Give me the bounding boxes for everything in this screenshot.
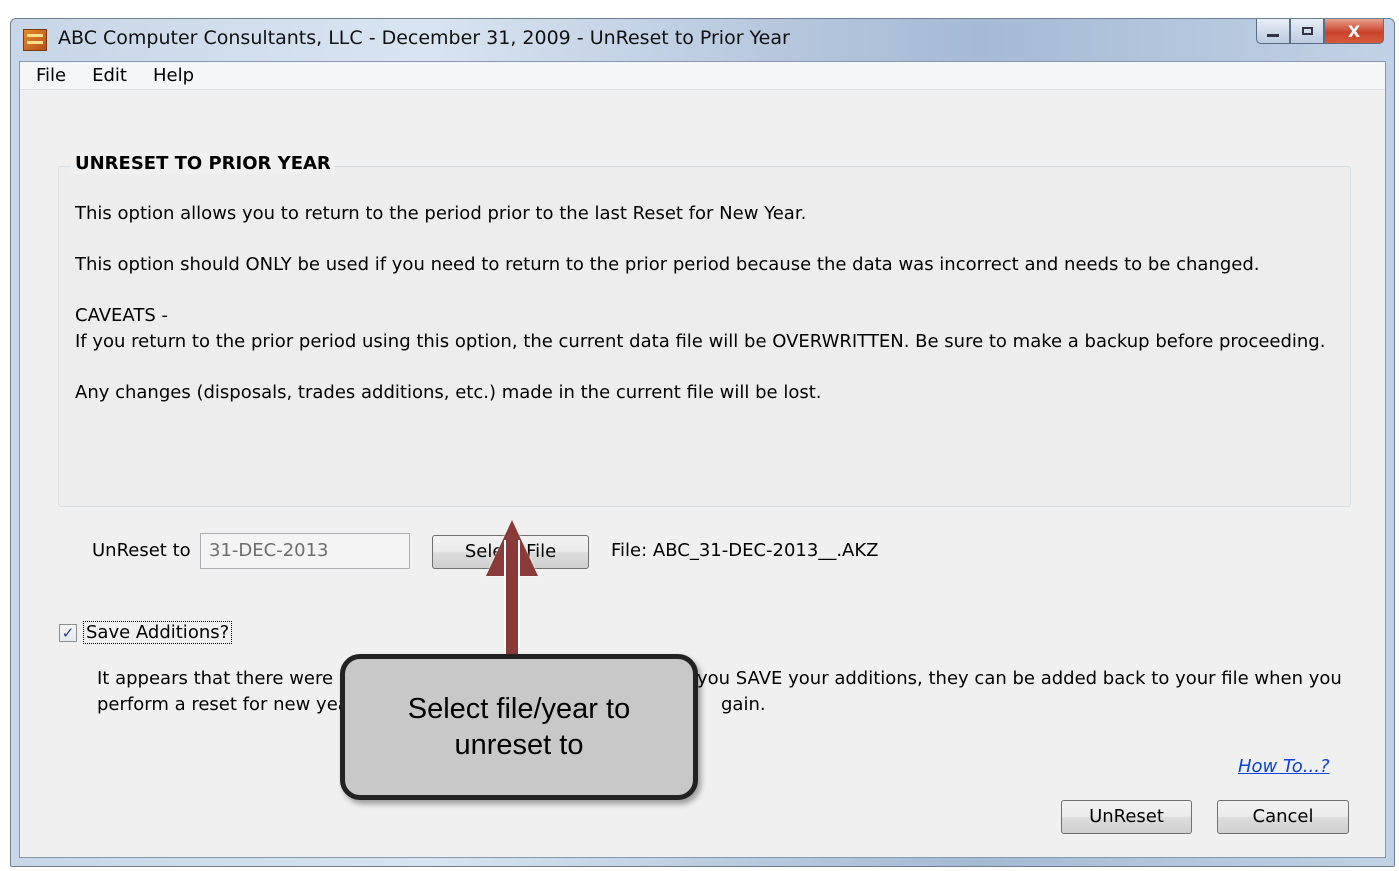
save-additions-info: It appears that there were N you SAVE you… [97,666,1342,718]
close-button[interactable]: X [1324,19,1384,44]
caveats-heading: CAVEATS - [75,305,168,326]
caveat-1: If you return to the prior period using … [75,331,1326,352]
close-icon: X [1347,21,1361,41]
app-window: ABC Computer Consultants, LLC - December… [10,18,1395,867]
unreset-info-group: UNRESET TO PRIOR YEAR This option allows… [58,153,1351,507]
menu-edit[interactable]: Edit [78,65,139,86]
info-line-2: This option should ONLY be used if you n… [75,254,1260,275]
save-additions-checkbox[interactable]: ✓ [59,624,77,642]
dialog-client-area: File Edit Help UNRESET TO PRIOR YEAR Thi… [19,61,1386,858]
info-line-1: This option allows you to return to the … [75,203,807,224]
callout-arrow-shaft [504,540,520,662]
file-name-label: File: ABC_31-DEC-2013__.AKZ [611,540,879,561]
title-bar[interactable]: ABC Computer Consultants, LLC - December… [11,19,1394,61]
caveat-2: Any changes (disposals, trades additions… [75,382,822,403]
info-text-line-1-end: you SAVE your additions, they can be add… [697,668,1342,689]
unreset-button[interactable]: UnReset [1061,800,1192,834]
unreset-to-label: UnReset to [92,540,191,561]
callout-box: Select file/year to unreset to [340,654,698,800]
group-title: UNRESET TO PRIOR YEAR [71,153,335,174]
menu-help[interactable]: Help [139,65,206,86]
save-additions-label[interactable]: Save Additions? [83,621,233,644]
menu-file[interactable]: File [20,65,78,86]
cancel-button[interactable]: Cancel [1217,800,1349,834]
minimize-icon [1267,33,1279,37]
unreset-date-field[interactable]: 31-DEC-2013 [200,533,410,569]
app-icon [23,29,47,51]
info-text-line-2-start: perform a reset for new yea [97,694,349,715]
window-controls: X [1256,19,1384,45]
menu-bar: File Edit Help [20,62,1385,90]
how-to-link[interactable]: How To...? [1238,756,1330,777]
maximize-icon [1301,27,1313,35]
window-title: ABC Computer Consultants, LLC - December… [58,27,790,49]
maximize-button[interactable] [1290,19,1324,44]
minimize-button[interactable] [1256,19,1290,44]
info-text-line-1-start: It appears that there were N [97,668,353,689]
info-text-line-2-end: gain. [721,694,766,715]
